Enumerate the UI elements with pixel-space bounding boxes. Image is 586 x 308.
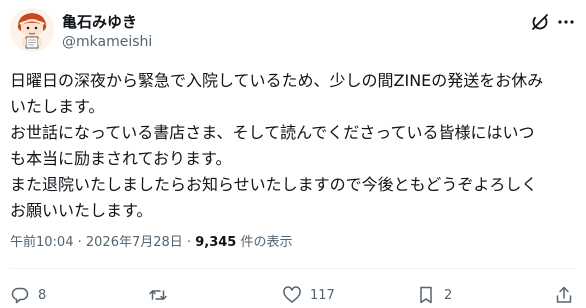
action-bar: 8 117 2 xyxy=(10,284,576,308)
reply-icon xyxy=(11,287,29,304)
post-time: 午前10:04 xyxy=(10,235,74,250)
bookmark-icon xyxy=(420,286,432,304)
view-count-label: 件の表示 xyxy=(240,235,293,250)
heart-icon xyxy=(283,286,301,303)
post-text: 日曜日の深夜から緊急で入院しているため、少しの間ZINEの発送をお休み いたしま… xyxy=(10,68,576,224)
post-metadata: 午前10:04 · 2026年7月28日 · 9,345 件の表示 xyxy=(10,234,293,252)
bookmark-count: 2 xyxy=(444,287,453,303)
repost-icon xyxy=(149,290,167,300)
reply-count: 8 xyxy=(38,287,47,303)
post-text-line: また退院いたしましたらお知らせいたしますので今後ともどうぞよろしく xyxy=(10,175,538,194)
author-handle[interactable]: @mkameishi xyxy=(62,33,152,51)
grok-icon[interactable] xyxy=(530,12,550,32)
post-text-line: お世話になっている書店さま、そして読んでくださっている皆様にはいつ xyxy=(10,123,535,142)
post-date: 2026年7月28日 xyxy=(85,235,183,250)
post-timestamp[interactable]: 午前10:04 · 2026年7月28日 xyxy=(10,235,183,250)
bookmark-button[interactable]: 2 xyxy=(416,284,452,306)
avatar-illustration xyxy=(10,8,54,52)
meta-separator: · xyxy=(186,235,192,250)
share-button[interactable] xyxy=(554,284,574,306)
avatar[interactable] xyxy=(10,8,54,52)
view-count[interactable]: 9,345 xyxy=(195,235,236,250)
post-header: 亀石みゆき @mkameishi xyxy=(10,8,576,56)
repost-button[interactable] xyxy=(148,284,176,306)
like-count: 117 xyxy=(310,287,335,303)
post-text-line: 日曜日の深夜から緊急で入院しているため、少しの間ZINEの発送をお休み xyxy=(10,71,544,90)
author-display-name[interactable]: 亀石みゆき xyxy=(62,12,152,32)
like-button[interactable]: 117 xyxy=(282,284,335,306)
post-text-line: も本当に励まされております。 xyxy=(10,149,232,168)
post-text-line: いたします。 xyxy=(10,97,105,116)
author-info: 亀石みゆき @mkameishi xyxy=(62,12,152,51)
more-icon[interactable] xyxy=(556,12,576,32)
share-icon xyxy=(556,286,572,303)
divider xyxy=(10,268,576,269)
meta-separator: · xyxy=(77,235,82,250)
post-text-line: お願いいたします。 xyxy=(10,201,153,220)
reply-button[interactable]: 8 xyxy=(10,284,46,306)
post-card: 亀石みゆき @mkameishi 日曜日の深夜から緊急で入院しているため、少しの… xyxy=(0,0,586,308)
